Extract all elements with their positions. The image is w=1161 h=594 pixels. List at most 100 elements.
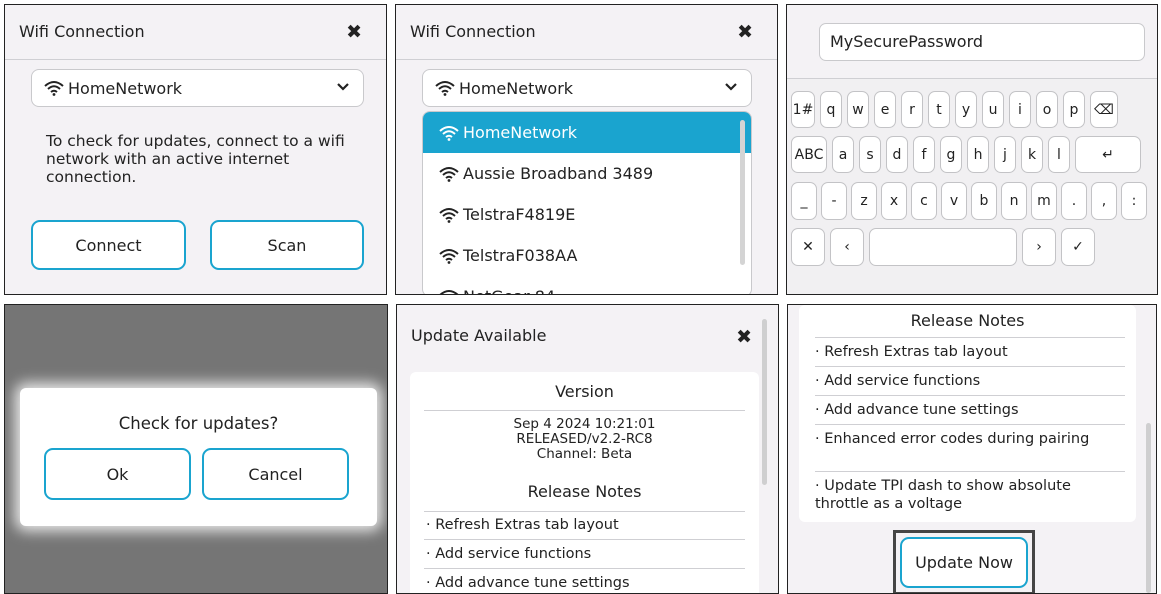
build-date: Sep 4 2024 10:21:01 (513, 416, 656, 432)
keyboard-key[interactable]: t (928, 91, 950, 128)
divider (5, 59, 386, 60)
keyboard-key[interactable]: b (971, 182, 997, 220)
chevron-down-icon (725, 83, 737, 91)
network-select[interactable]: HomeNetwork (422, 69, 752, 107)
keyboard-key[interactable]: ⌫ (1090, 91, 1118, 128)
space-key[interactable] (869, 228, 1017, 266)
keyboard-key[interactable]: . (1061, 182, 1087, 220)
check-updates-panel: Check for updates? Ok Cancel (4, 304, 388, 594)
keyboard-key[interactable]: q (820, 91, 842, 128)
scrollbar[interactable] (1146, 423, 1151, 593)
focus-highlight: Update Now (893, 530, 1035, 593)
keyboard-key[interactable]: g (940, 136, 962, 173)
release-notes-card: Release Notes · Refresh Extras tab layou… (799, 305, 1136, 522)
keyboard-key[interactable]: , (1091, 182, 1117, 220)
scan-button[interactable]: Scan (210, 220, 364, 270)
network-option[interactable]: TelstraF038AA (423, 235, 751, 276)
divider (815, 337, 1125, 338)
keyboard-key[interactable]: u (982, 91, 1004, 128)
divider (424, 511, 745, 512)
wifi-icon (439, 125, 459, 141)
keyboard-key[interactable]: a (832, 136, 854, 173)
keyboard-key[interactable]: ✓ (1061, 228, 1095, 266)
keyboard-key[interactable]: e (874, 91, 896, 128)
password-input[interactable]: MySecurePassword (819, 23, 1145, 61)
divider (396, 59, 777, 60)
release-card: Version Sep 4 2024 10:21:01 RELEASED/v2.… (410, 372, 759, 593)
keyboard-key[interactable]: 1# (791, 91, 815, 128)
keyboard-key[interactable]: x (881, 182, 907, 220)
close-icon[interactable]: ✖ (736, 328, 752, 347)
keyboard-key[interactable]: y (955, 91, 977, 128)
version-heading: Version (555, 382, 614, 401)
keyboard-key[interactable]: k (1021, 136, 1043, 173)
keyboard-key[interactable]: d (886, 136, 908, 173)
network-option[interactable]: TelstraF4819E (423, 194, 751, 235)
selected-network-label: HomeNetwork (68, 78, 183, 98)
wifi-icon (44, 81, 64, 96)
divider (815, 395, 1125, 396)
keyboard-key[interactable]: h (967, 136, 989, 173)
update-now-button[interactable]: Update Now (900, 537, 1028, 588)
keyboard-key[interactable]: o (1036, 91, 1058, 128)
keyboard-key[interactable]: w (847, 91, 869, 128)
keyboard-key[interactable]: c (911, 182, 937, 220)
divider (815, 366, 1125, 367)
connect-button[interactable]: Connect (31, 220, 186, 270)
divider (424, 568, 745, 569)
keyboard-key[interactable]: j (994, 136, 1016, 173)
scrollbar[interactable] (762, 319, 767, 485)
network-option[interactable]: HomeNetwork (423, 112, 751, 153)
release-notes-heading: Release Notes (527, 482, 642, 501)
keyboard-key[interactable]: f (913, 136, 935, 173)
keyboard-key[interactable]: i (1009, 91, 1031, 128)
keyboard-key[interactable]: - (821, 182, 847, 220)
release-note: · Update TPI dash to show absolute throt… (815, 478, 1071, 512)
wifi-connection-panel: Wifi Connection ✖ HomeNetwork To check f… (4, 4, 387, 295)
keyboard-key[interactable]: p (1063, 91, 1085, 128)
panel-title: Wifi Connection (410, 22, 536, 41)
wifi-icon (435, 81, 455, 96)
panel-title: Update Available (411, 326, 547, 345)
connect-message: To check for updates, connect to a wifi … (46, 132, 345, 186)
update-available-panel: Update Available ✖ Version Sep 4 2024 10… (396, 304, 779, 594)
keyboard-key[interactable]: l (1048, 136, 1070, 173)
network-option-label: TelstraF038AA (463, 246, 578, 265)
keyboard-key[interactable]: › (1022, 228, 1056, 266)
release-tag: RELEASED/v2.2-RC8 (516, 431, 653, 447)
release-note: · Enhanced error codes during pairing (815, 431, 1090, 447)
network-select[interactable]: HomeNetwork (31, 69, 364, 107)
network-option-label: NetGear 84 (463, 287, 555, 294)
release-notes-panel: Release Notes · Refresh Extras tab layou… (787, 304, 1157, 594)
keyboard-key[interactable]: s (859, 136, 881, 173)
keyboard-key[interactable]: m (1031, 182, 1057, 220)
release-note: · Refresh Extras tab layout (815, 344, 1008, 360)
keyboard-key[interactable]: ✕ (791, 228, 825, 266)
wifi-dropdown-panel: Wifi Connection ✖ HomeNetwork HomeNetwor… (395, 4, 778, 295)
network-option-label: Aussie Broadband 3489 (463, 164, 654, 183)
release-notes-heading: Release Notes (910, 311, 1025, 330)
password-keyboard-panel: MySecurePassword 1# q w e r t y u i o p ⌫ ABC a s d f g h j… (786, 4, 1158, 295)
close-icon[interactable]: ✖ (737, 23, 753, 42)
network-option-label: TelstraF4819E (463, 205, 576, 224)
keyboard-key[interactable]: : (1121, 182, 1147, 220)
ok-button[interactable]: Ok (44, 448, 191, 500)
dialog-question: Check for updates? (118, 414, 279, 433)
keyboard-key[interactable]: r (901, 91, 923, 128)
network-dropdown-list: HomeNetwork Aussie Broadband 3489 Telstr… (422, 111, 752, 294)
cancel-button[interactable]: Cancel (202, 448, 349, 500)
close-icon[interactable]: ✖ (346, 23, 362, 42)
dropdown-scrollbar[interactable] (740, 120, 745, 265)
keyboard-key[interactable]: v (941, 182, 967, 220)
keyboard-key[interactable]: _ (791, 182, 817, 220)
keyboard-key[interactable]: z (851, 182, 877, 220)
divider (815, 471, 1125, 472)
on-screen-keyboard: 1# q w e r t y u i o p ⌫ ABC a s d f g h j k l ↵ _ - z x c v b n m.,: ✕ ‹… (787, 78, 1157, 294)
divider (815, 424, 1125, 425)
keyboard-key[interactable]: ABC (791, 136, 827, 173)
keyboard-key[interactable]: ↵ (1075, 136, 1141, 173)
network-option[interactable]: NetGear 84 (423, 276, 751, 294)
keyboard-key[interactable]: ‹ (830, 228, 864, 266)
keyboard-key[interactable]: n (1001, 182, 1027, 220)
network-option[interactable]: Aussie Broadband 3489 (423, 153, 751, 194)
